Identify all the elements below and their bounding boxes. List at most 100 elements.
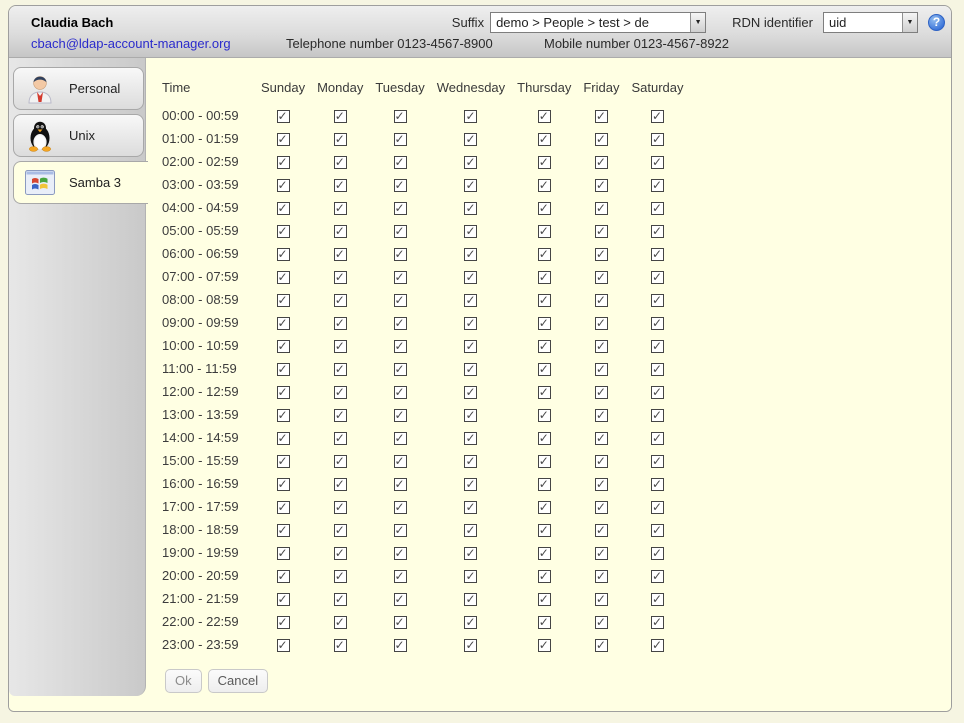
hour-checkbox-thursday[interactable] bbox=[538, 409, 551, 422]
hour-checkbox-friday[interactable] bbox=[595, 294, 608, 307]
hour-checkbox-saturday[interactable] bbox=[651, 271, 664, 284]
hour-checkbox-tuesday[interactable] bbox=[394, 501, 407, 514]
hour-checkbox-monday[interactable] bbox=[334, 524, 347, 537]
hour-checkbox-tuesday[interactable] bbox=[394, 455, 407, 468]
hour-checkbox-monday[interactable] bbox=[334, 317, 347, 330]
hour-checkbox-tuesday[interactable] bbox=[394, 593, 407, 606]
hour-checkbox-friday[interactable] bbox=[595, 271, 608, 284]
hour-checkbox-tuesday[interactable] bbox=[394, 225, 407, 238]
hour-checkbox-sunday[interactable] bbox=[277, 547, 290, 560]
hour-checkbox-monday[interactable] bbox=[334, 248, 347, 261]
hour-checkbox-monday[interactable] bbox=[334, 478, 347, 491]
hour-checkbox-sunday[interactable] bbox=[277, 455, 290, 468]
hour-checkbox-sunday[interactable] bbox=[277, 294, 290, 307]
hour-checkbox-thursday[interactable] bbox=[538, 386, 551, 399]
hour-checkbox-saturday[interactable] bbox=[651, 432, 664, 445]
hour-checkbox-wednesday[interactable] bbox=[464, 616, 477, 629]
hour-checkbox-saturday[interactable] bbox=[651, 501, 664, 514]
hour-checkbox-wednesday[interactable] bbox=[464, 455, 477, 468]
hour-checkbox-saturday[interactable] bbox=[651, 524, 664, 537]
hour-checkbox-saturday[interactable] bbox=[651, 363, 664, 376]
hour-checkbox-sunday[interactable] bbox=[277, 156, 290, 169]
hour-checkbox-friday[interactable] bbox=[595, 110, 608, 123]
hour-checkbox-tuesday[interactable] bbox=[394, 432, 407, 445]
hour-checkbox-friday[interactable] bbox=[595, 202, 608, 215]
hour-checkbox-friday[interactable] bbox=[595, 409, 608, 422]
hour-checkbox-friday[interactable] bbox=[595, 179, 608, 192]
hour-checkbox-tuesday[interactable] bbox=[394, 363, 407, 376]
hour-checkbox-friday[interactable] bbox=[595, 639, 608, 652]
hour-checkbox-monday[interactable] bbox=[334, 271, 347, 284]
hour-checkbox-saturday[interactable] bbox=[651, 386, 664, 399]
hour-checkbox-thursday[interactable] bbox=[538, 133, 551, 146]
hour-checkbox-wednesday[interactable] bbox=[464, 225, 477, 238]
hour-checkbox-friday[interactable] bbox=[595, 570, 608, 583]
hour-checkbox-thursday[interactable] bbox=[538, 478, 551, 491]
hour-checkbox-thursday[interactable] bbox=[538, 455, 551, 468]
suffix-select[interactable]: demo > People > test > de ▼ bbox=[490, 12, 706, 33]
hour-checkbox-wednesday[interactable] bbox=[464, 501, 477, 514]
hour-checkbox-saturday[interactable] bbox=[651, 639, 664, 652]
hour-checkbox-sunday[interactable] bbox=[277, 110, 290, 123]
hour-checkbox-saturday[interactable] bbox=[651, 478, 664, 491]
hour-checkbox-wednesday[interactable] bbox=[464, 110, 477, 123]
hour-checkbox-thursday[interactable] bbox=[538, 547, 551, 560]
hour-checkbox-friday[interactable] bbox=[595, 432, 608, 445]
hour-checkbox-friday[interactable] bbox=[595, 478, 608, 491]
tab-samba3[interactable]: Samba 3 bbox=[13, 161, 148, 204]
hour-checkbox-saturday[interactable] bbox=[651, 133, 664, 146]
hour-checkbox-tuesday[interactable] bbox=[394, 524, 407, 537]
hour-checkbox-thursday[interactable] bbox=[538, 432, 551, 445]
hour-checkbox-thursday[interactable] bbox=[538, 616, 551, 629]
hour-checkbox-wednesday[interactable] bbox=[464, 432, 477, 445]
hour-checkbox-sunday[interactable] bbox=[277, 202, 290, 215]
hour-checkbox-wednesday[interactable] bbox=[464, 317, 477, 330]
hour-checkbox-friday[interactable] bbox=[595, 133, 608, 146]
hour-checkbox-friday[interactable] bbox=[595, 156, 608, 169]
hour-checkbox-wednesday[interactable] bbox=[464, 179, 477, 192]
hour-checkbox-saturday[interactable] bbox=[651, 225, 664, 238]
hour-checkbox-tuesday[interactable] bbox=[394, 156, 407, 169]
tab-unix[interactable]: Unix bbox=[13, 114, 144, 157]
hour-checkbox-sunday[interactable] bbox=[277, 179, 290, 192]
hour-checkbox-sunday[interactable] bbox=[277, 616, 290, 629]
ok-button[interactable]: Ok bbox=[165, 669, 202, 693]
hour-checkbox-tuesday[interactable] bbox=[394, 639, 407, 652]
hour-checkbox-monday[interactable] bbox=[334, 386, 347, 399]
hour-checkbox-friday[interactable] bbox=[595, 501, 608, 514]
rdn-identifier-select[interactable]: uid ▼ bbox=[823, 12, 918, 33]
hour-checkbox-friday[interactable] bbox=[595, 340, 608, 353]
hour-checkbox-sunday[interactable] bbox=[277, 363, 290, 376]
hour-checkbox-friday[interactable] bbox=[595, 225, 608, 238]
hour-checkbox-sunday[interactable] bbox=[277, 524, 290, 537]
hour-checkbox-monday[interactable] bbox=[334, 501, 347, 514]
hour-checkbox-saturday[interactable] bbox=[651, 317, 664, 330]
hour-checkbox-monday[interactable] bbox=[334, 110, 347, 123]
hour-checkbox-sunday[interactable] bbox=[277, 340, 290, 353]
hour-checkbox-monday[interactable] bbox=[334, 202, 347, 215]
hour-checkbox-thursday[interactable] bbox=[538, 501, 551, 514]
hour-checkbox-wednesday[interactable] bbox=[464, 570, 477, 583]
hour-checkbox-monday[interactable] bbox=[334, 294, 347, 307]
hour-checkbox-wednesday[interactable] bbox=[464, 593, 477, 606]
hour-checkbox-monday[interactable] bbox=[334, 156, 347, 169]
hour-checkbox-monday[interactable] bbox=[334, 225, 347, 238]
hour-checkbox-tuesday[interactable] bbox=[394, 616, 407, 629]
hour-checkbox-saturday[interactable] bbox=[651, 593, 664, 606]
hour-checkbox-tuesday[interactable] bbox=[394, 248, 407, 261]
hour-checkbox-monday[interactable] bbox=[334, 570, 347, 583]
hour-checkbox-wednesday[interactable] bbox=[464, 547, 477, 560]
hour-checkbox-friday[interactable] bbox=[595, 524, 608, 537]
hour-checkbox-tuesday[interactable] bbox=[394, 294, 407, 307]
hour-checkbox-saturday[interactable] bbox=[651, 202, 664, 215]
hour-checkbox-wednesday[interactable] bbox=[464, 294, 477, 307]
hour-checkbox-thursday[interactable] bbox=[538, 363, 551, 376]
hour-checkbox-wednesday[interactable] bbox=[464, 248, 477, 261]
hour-checkbox-thursday[interactable] bbox=[538, 110, 551, 123]
hour-checkbox-monday[interactable] bbox=[334, 363, 347, 376]
hour-checkbox-saturday[interactable] bbox=[651, 110, 664, 123]
hour-checkbox-wednesday[interactable] bbox=[464, 133, 477, 146]
hour-checkbox-thursday[interactable] bbox=[538, 271, 551, 284]
hour-checkbox-tuesday[interactable] bbox=[394, 386, 407, 399]
hour-checkbox-tuesday[interactable] bbox=[394, 570, 407, 583]
